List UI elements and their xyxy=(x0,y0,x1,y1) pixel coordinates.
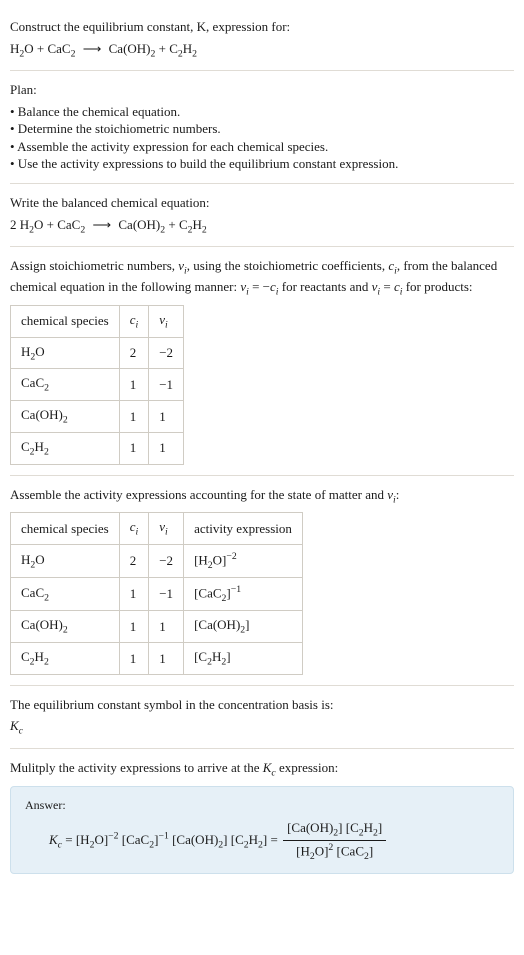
plan-item: • Determine the stoichiometric numbers. xyxy=(10,120,514,138)
cell-species: H2O xyxy=(11,337,120,369)
table-row: CaC2 1 −1 xyxy=(11,369,184,401)
table-row: C2H2 1 1 [C2H2] xyxy=(11,642,303,674)
stoich-intro: Assign stoichiometric numbers, νi, using… xyxy=(10,257,514,299)
cell-c: 1 xyxy=(119,611,149,643)
cell-c: 1 xyxy=(119,642,149,674)
plan-item: • Assemble the activity expression for e… xyxy=(10,138,514,156)
table-row: H2O 2 −2 xyxy=(11,337,184,369)
answer-box: Answer: Kc = [H2O]−2 [CaC2]−1 [Ca(OH)2] … xyxy=(10,786,514,874)
table-row: CaC2 1 −1 [CaC2]−1 xyxy=(11,578,303,611)
answer-label: Answer: xyxy=(25,797,499,813)
cell-c: 2 xyxy=(119,337,149,369)
unbalanced-equation: H2O + CaC2 ⟶ Ca(OH)2 + C2H2 xyxy=(10,40,514,61)
balanced-heading: Write the balanced chemical equation: xyxy=(10,194,514,212)
col-c: ci xyxy=(119,305,149,337)
col-nu: νi xyxy=(149,305,184,337)
problem-prompt: Construct the equilibrium constant, K, e… xyxy=(10,18,514,36)
cell-c: 2 xyxy=(119,545,149,578)
cell-nu: −2 xyxy=(149,337,184,369)
activity-intro: Assemble the activity expressions accoun… xyxy=(10,486,514,507)
cell-nu: 1 xyxy=(149,611,184,643)
table-row: Ca(OH)2 1 1 xyxy=(11,401,184,433)
cell-species: H2O xyxy=(11,545,120,578)
cell-activity: [Ca(OH)2] xyxy=(184,611,303,643)
kc-symbol-intro: The equilibrium constant symbol in the c… xyxy=(10,696,514,714)
kc-lhs: Kc = [H2O]−2 [CaC2]−1 [Ca(OH)2] [C2H2] = xyxy=(49,832,281,847)
kc-fraction: [Ca(OH)2] [C2H2][H2O]2 [CaC2] xyxy=(283,819,386,863)
kc-numerator: [Ca(OH)2] [C2H2] xyxy=(283,819,386,841)
balanced-section: Write the balanced chemical equation: 2 … xyxy=(10,184,514,247)
cell-nu: 1 xyxy=(149,642,184,674)
plan-section: Plan: • Balance the chemical equation. •… xyxy=(10,71,514,184)
cell-species: Ca(OH)2 xyxy=(11,401,120,433)
activity-section: Assemble the activity expressions accoun… xyxy=(10,476,514,686)
plan-item: • Use the activity expressions to build … xyxy=(10,155,514,173)
cell-activity: [C2H2] xyxy=(184,642,303,674)
cell-c: 1 xyxy=(119,401,149,433)
balanced-equation: 2 H2O + CaC2 ⟶ Ca(OH)2 + C2H2 xyxy=(10,216,514,237)
col-c: ci xyxy=(119,513,149,545)
cell-species: Ca(OH)2 xyxy=(11,611,120,643)
stoich-table: chemical species ci νi H2O 2 −2 CaC2 1 −… xyxy=(10,305,184,465)
answer-expression: Kc = [H2O]−2 [CaC2]−1 [Ca(OH)2] [C2H2] =… xyxy=(25,819,499,863)
final-intro: Mulitply the activity expressions to arr… xyxy=(10,759,514,780)
col-nu: νi xyxy=(149,513,184,545)
plan-item: • Balance the chemical equation. xyxy=(10,103,514,121)
cell-species: CaC2 xyxy=(11,369,120,401)
cell-activity: [CaC2]−1 xyxy=(184,578,303,611)
cell-c: 1 xyxy=(119,578,149,611)
table-row: H2O 2 −2 [H2O]−2 xyxy=(11,545,303,578)
table-row: Ca(OH)2 1 1 [Ca(OH)2] xyxy=(11,611,303,643)
cell-c: 1 xyxy=(119,369,149,401)
kc-symbol: Kc xyxy=(10,717,514,738)
activity-table: chemical species ci νi activity expressi… xyxy=(10,512,303,674)
final-section: Mulitply the activity expressions to arr… xyxy=(10,749,514,884)
cell-species: C2H2 xyxy=(11,642,120,674)
cell-nu: 1 xyxy=(149,401,184,433)
cell-species: CaC2 xyxy=(11,578,120,611)
col-species: chemical species xyxy=(11,513,120,545)
kc-symbol-section: The equilibrium constant symbol in the c… xyxy=(10,686,514,749)
cell-species: C2H2 xyxy=(11,432,120,464)
col-activity: activity expression xyxy=(184,513,303,545)
cell-nu: −1 xyxy=(149,369,184,401)
cell-activity: [H2O]−2 xyxy=(184,545,303,578)
table-row: C2H2 1 1 xyxy=(11,432,184,464)
cell-nu: −1 xyxy=(149,578,184,611)
plan-bullets: • Balance the chemical equation. • Deter… xyxy=(10,103,514,173)
cell-nu: −2 xyxy=(149,545,184,578)
cell-c: 1 xyxy=(119,432,149,464)
cell-nu: 1 xyxy=(149,432,184,464)
problem-section: Construct the equilibrium constant, K, e… xyxy=(10,8,514,71)
kc-denominator: [H2O]2 [CaC2] xyxy=(283,841,386,863)
plan-heading: Plan: xyxy=(10,81,514,99)
col-species: chemical species xyxy=(11,305,120,337)
stoich-section: Assign stoichiometric numbers, νi, using… xyxy=(10,247,514,475)
